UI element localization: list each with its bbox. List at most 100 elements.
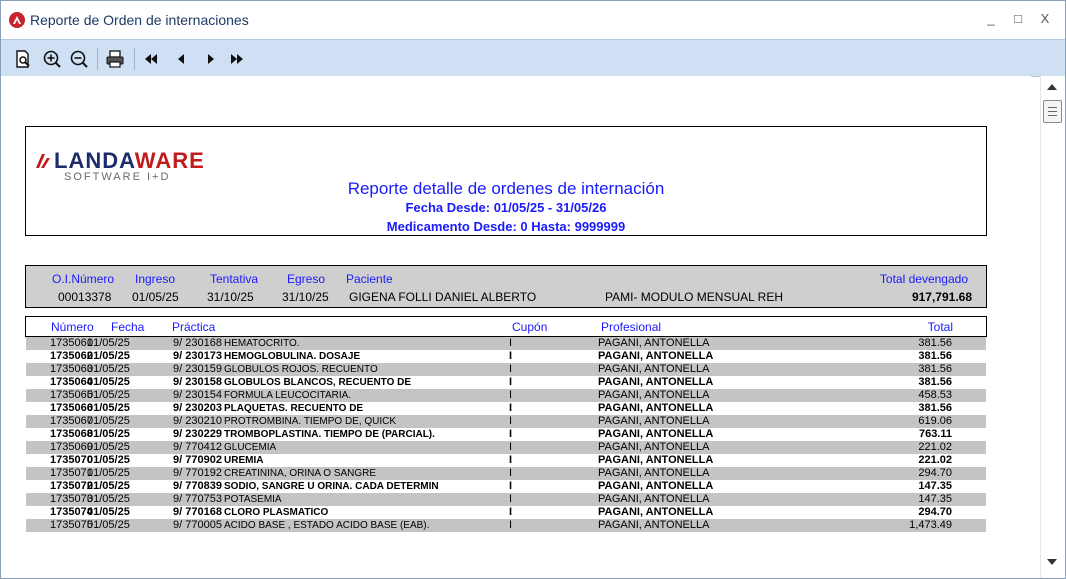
cell-descripcion: FORMULA LEUCOCITARIA.	[224, 390, 352, 401]
table-row: 1735072 01/05/25 9/ 770839 SODIO, SANGRE U …	[26, 480, 986, 493]
col-numero: Número	[51, 320, 94, 334]
cell-total: 458.53	[918, 389, 952, 401]
cell-cupon: I	[509, 337, 513, 349]
table-row: 1735070 01/05/25 9/ 770902 UREMIA I PAGANI, A…	[26, 454, 986, 467]
cell-practica: 9/ 230210	[173, 415, 222, 427]
zoom-in-icon[interactable]	[42, 49, 62, 69]
report-title: Reporte detalle de ordenes de internació…	[347, 179, 665, 198]
print-preview-icon[interactable]	[13, 49, 33, 69]
col-cupon: Cupón	[512, 320, 548, 334]
next-page-icon[interactable]	[201, 49, 221, 69]
report-preview[interactable]: LANDAWARE SOFTWARE I+D Reporte detalle d…	[1, 76, 1031, 578]
detail-header: Número Fecha Práctica Cupón Profesional …	[25, 316, 987, 337]
cell-practica: 9/ 230173	[173, 350, 222, 362]
vertical-scrollbar[interactable]	[1040, 76, 1065, 578]
cell-profesional: PAGANI, ANTONELLA	[598, 363, 710, 375]
cell-fecha: 01/05/25	[87, 415, 130, 427]
cell-fecha: 01/05/25	[87, 428, 130, 440]
minimize-button[interactable]: _	[979, 9, 1003, 29]
cell-practica: 9/ 230158	[173, 376, 222, 388]
scroll-thumb[interactable]	[1043, 100, 1062, 123]
cell-descripcion: CREATININA, ORINA O SANGRE	[224, 468, 377, 479]
printer-icon[interactable]	[105, 49, 125, 69]
landaware-logo-icon	[36, 154, 50, 168]
paciente-header: Paciente	[346, 272, 393, 286]
obra-social: PAMI- MODULO MENSUAL REH	[605, 290, 784, 304]
cell-profesional: PAGANI, ANTONELLA	[598, 415, 710, 427]
cell-profesional: PAGANI, ANTONELLA	[598, 389, 710, 401]
cell-descripcion: PROTROMBINA. TIEMPO DE, QUICK	[224, 416, 397, 427]
cell-profesional: PAGANI, ANTONELLA	[598, 402, 714, 414]
cell-descripcion: ACIDO BASE , ESTADO ACIDO BASE (EAB).	[224, 520, 430, 531]
maximize-button[interactable]: □	[1006, 9, 1030, 29]
table-row: 1735068 01/05/25 9/ 230229 TROMBOPLASTINA. …	[26, 428, 986, 441]
cell-profesional: PAGANI, ANTONELLA	[598, 493, 710, 505]
cell-practica: 9/ 230168	[173, 337, 222, 349]
cell-descripcion: GLOBULOS ROJOS. RECUENTO	[224, 364, 378, 375]
cell-practica: 9/ 770168	[173, 506, 222, 518]
cell-total: 381.56	[918, 337, 952, 349]
table-row: 1735061 01/05/25 9/ 230168 HEMATOCRITO. I PAG…	[26, 337, 986, 350]
ingreso-date: 01/05/25	[132, 290, 179, 304]
cell-total: 1,473.49	[909, 519, 952, 531]
scroll-down-icon[interactable]	[1047, 559, 1057, 565]
col-fecha: Fecha	[111, 320, 145, 334]
cell-cupon: I	[509, 350, 513, 362]
col-total: Total	[927, 320, 953, 334]
previous-page-icon[interactable]	[171, 49, 191, 69]
cell-practica: 9/ 230203	[173, 402, 222, 414]
table-row: 1735071 01/05/25 9/ 770192 CREATININA, ORIN…	[26, 467, 986, 480]
order-number-header: O.I.Número	[52, 272, 115, 286]
cell-cupon: I	[509, 493, 513, 505]
cell-cupon: I	[509, 363, 513, 375]
report-header: LANDAWARE SOFTWARE I+D Reporte detalle d…	[25, 126, 987, 236]
tentativa-date: 31/10/25	[207, 290, 254, 304]
table-row: 1735064 01/05/25 9/ 230158 GLOBULOS BLANCOS…	[26, 376, 986, 389]
table-row: 1735074 01/05/25 9/ 770168 CLORO PLASMATICO…	[26, 506, 986, 519]
table-row: 1735063 01/05/25 9/ 230159 GLOBULOS ROJOS. …	[26, 363, 986, 376]
cell-descripcion: PLAQUETAS. RECUENTO DE	[224, 403, 364, 414]
cell-fecha: 01/05/25	[87, 337, 130, 349]
cell-fecha: 01/05/25	[87, 467, 130, 479]
cell-cupon: I	[509, 389, 513, 401]
cell-profesional: PAGANI, ANTONELLA	[598, 350, 714, 362]
ingreso-header: Ingreso	[135, 272, 176, 286]
cell-cupon: I	[509, 441, 513, 453]
cell-practica: 9/ 770902	[173, 454, 222, 466]
cell-practica: 9/ 770192	[173, 467, 222, 479]
cell-cupon: I	[509, 415, 513, 427]
tentativa-header: Tentativa	[210, 272, 259, 286]
cell-fecha: 01/05/25	[87, 493, 130, 505]
app-logo-icon	[9, 12, 25, 28]
cell-profesional: PAGANI, ANTONELLA	[598, 376, 714, 388]
close-button[interactable]: X	[1033, 9, 1057, 29]
cell-practica: 9/ 230229	[173, 428, 222, 440]
cell-total: 381.56	[918, 376, 952, 388]
cell-descripcion: GLUCEMIA	[224, 442, 277, 453]
cell-descripcion: HEMOGLOBULINA. DOSAJE	[224, 351, 361, 362]
cell-total: 294.70	[918, 506, 952, 518]
table-row: 1735066 01/05/25 9/ 230203 PLAQUETAS. RECUE…	[26, 402, 986, 415]
total-devengado-header: Total devengado	[879, 272, 968, 286]
zoom-out-icon[interactable]	[69, 49, 89, 69]
col-practica: Práctica	[172, 320, 216, 334]
cell-fecha: 01/05/25	[87, 441, 130, 453]
scroll-up-icon[interactable]	[1047, 84, 1057, 90]
cell-cupon: I	[509, 428, 513, 440]
cell-cupon: I	[509, 506, 513, 518]
cell-total: 147.35	[918, 480, 952, 492]
table-row: 1735062 01/05/25 9/ 230173 HEMOGLOBULINA. D…	[26, 350, 986, 363]
first-page-icon[interactable]	[141, 49, 161, 69]
cell-profesional: PAGANI, ANTONELLA	[598, 441, 710, 453]
window-title: Reporte de Orden de internaciones	[30, 12, 249, 28]
toolbar	[1, 39, 1065, 77]
cell-practica: 9/ 770005	[173, 519, 222, 531]
cell-cupon: I	[509, 480, 513, 492]
cell-fecha: 01/05/25	[87, 480, 130, 492]
toolbar-separator	[134, 48, 135, 70]
cell-profesional: PAGANI, ANTONELLA	[598, 337, 710, 349]
cell-cupon: I	[509, 376, 513, 388]
title-bar[interactable]: Reporte de Orden de internaciones _ □ X	[1, 1, 1065, 39]
cell-total: 147.35	[918, 493, 952, 505]
last-page-icon[interactable]	[227, 49, 247, 69]
